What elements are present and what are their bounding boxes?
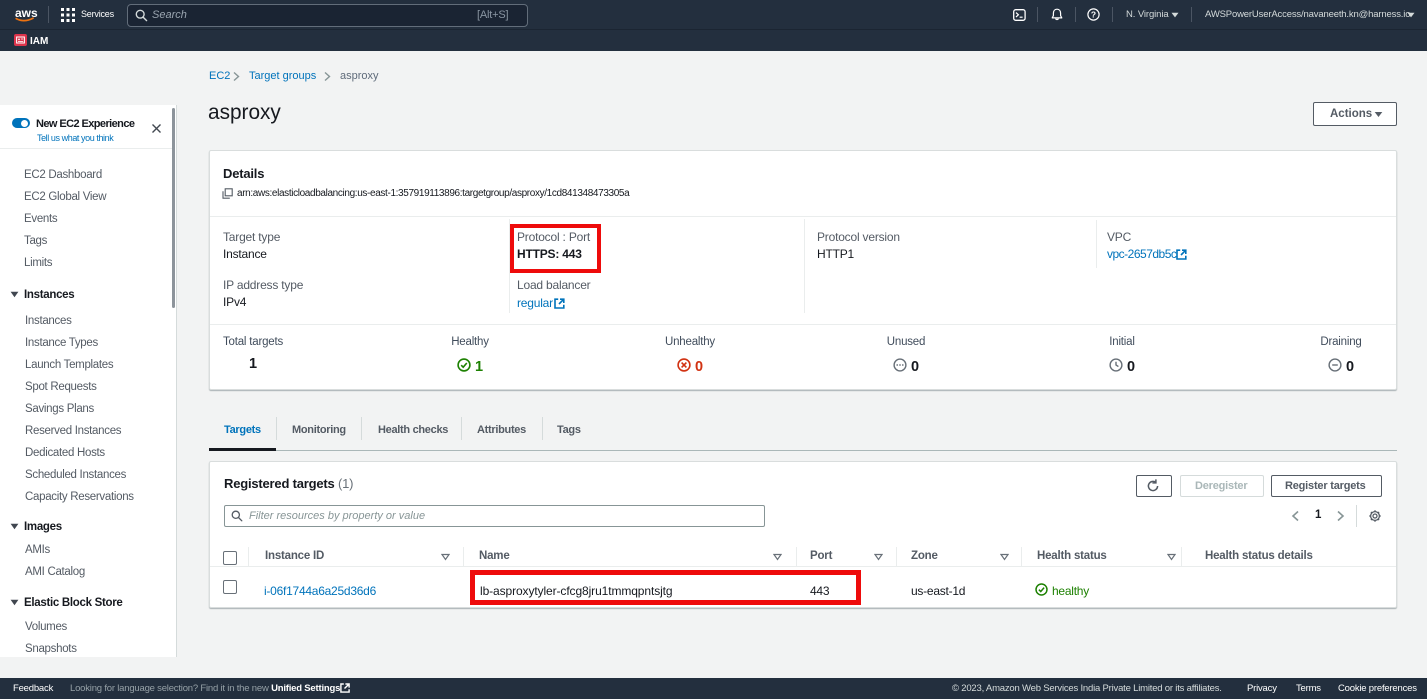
svg-text:?: ? <box>1091 9 1096 19</box>
svg-text:aws: aws <box>15 6 38 20</box>
